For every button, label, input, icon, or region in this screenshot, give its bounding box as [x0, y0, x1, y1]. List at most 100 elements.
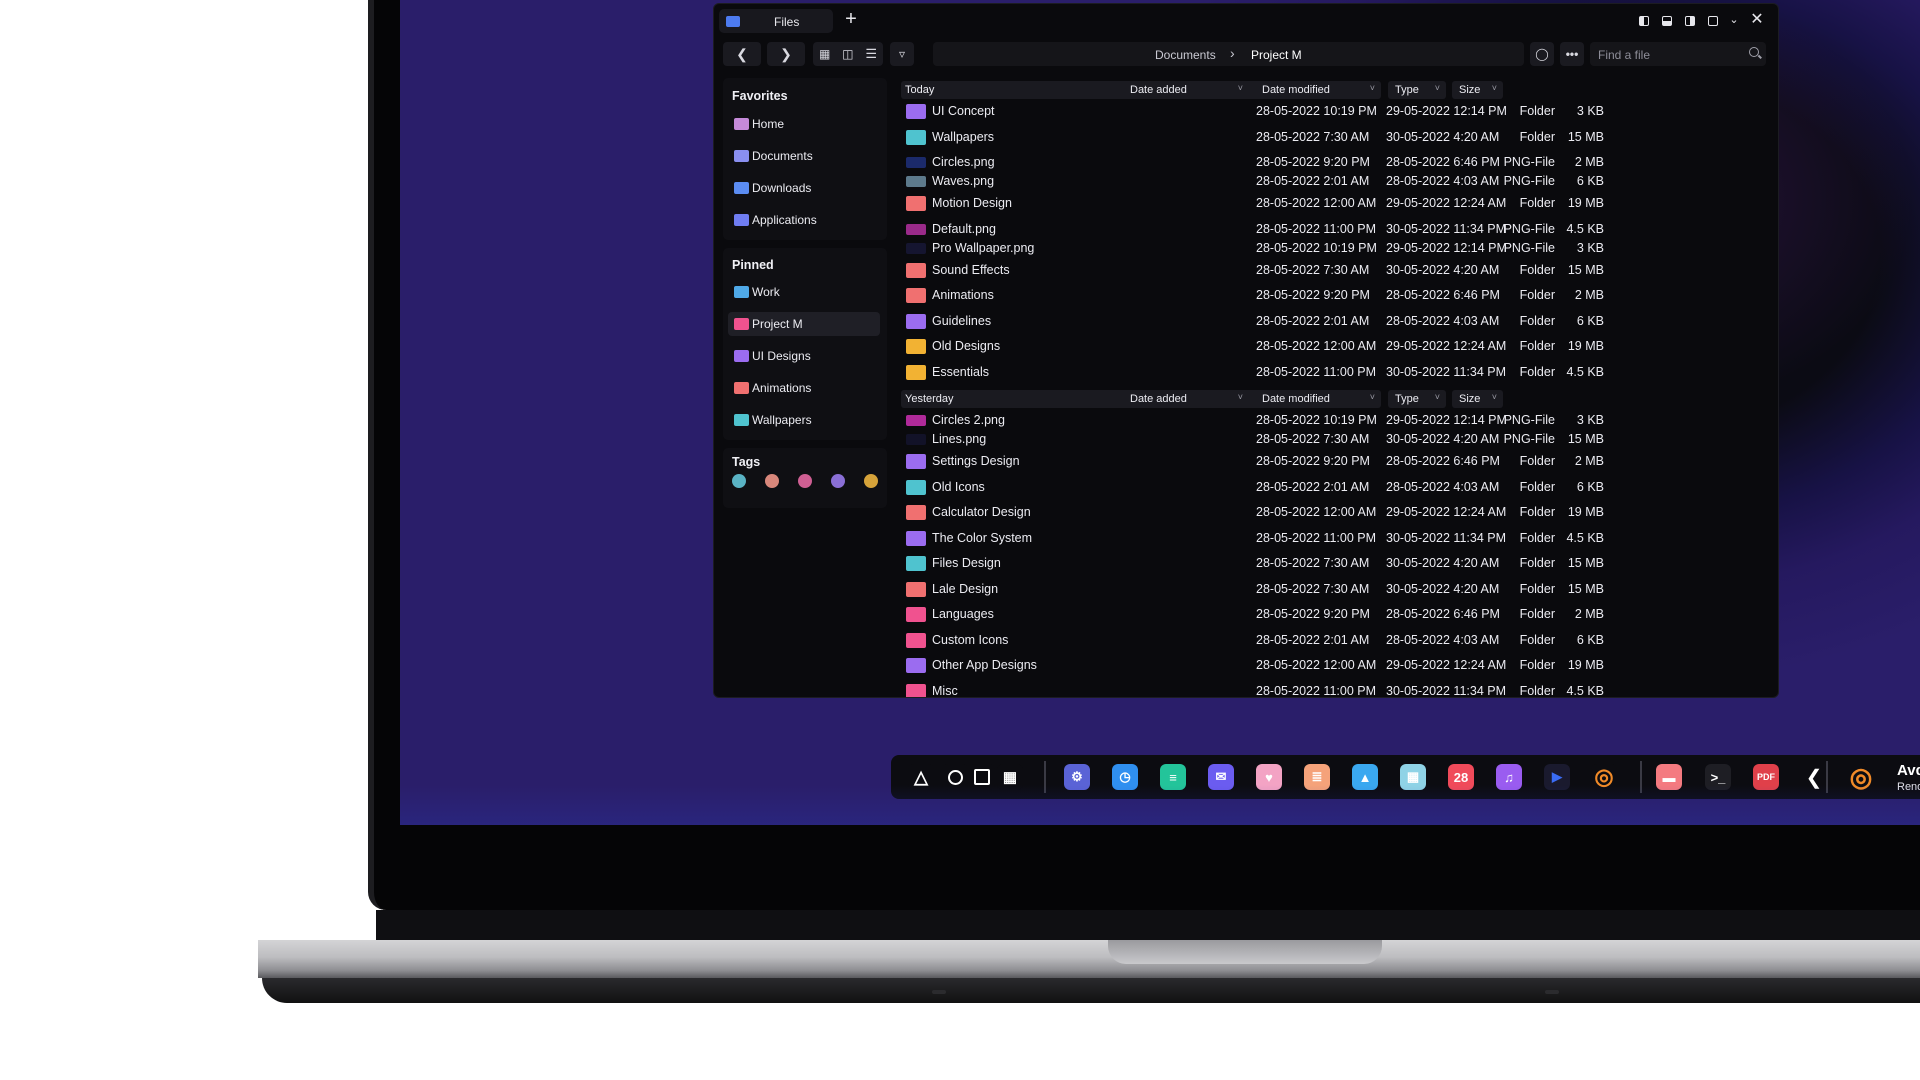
file-row[interactable]: Pro Wallpaper.png 28-05-2022 10:19 PM 29-0… — [901, 240, 1770, 258]
widgets-icon[interactable]: ▦ — [997, 764, 1023, 790]
blender-icon[interactable]: ◎ — [1591, 764, 1617, 790]
column-view-icon[interactable]: ◫ — [842, 47, 853, 61]
column-header-label: Date modified — [1262, 84, 1330, 96]
sidebar-item-applications[interactable]: Applications — [728, 208, 880, 232]
pdf-icon[interactable]: PDF — [1753, 764, 1779, 790]
file-row[interactable]: Custom Icons 28-05-2022 2:01 AM 28-05-2022… — [901, 632, 1770, 650]
file-row[interactable]: Old Icons 28-05-2022 2:01 AM 28-05-2022 4:… — [901, 479, 1770, 497]
tag-dot[interactable] — [765, 474, 779, 488]
video-icon[interactable]: ▶ — [1544, 764, 1570, 790]
breadcrumb-documents[interactable]: Documents — [1155, 48, 1216, 62]
file-date-added: 28-05-2022 12:00 AM — [1256, 505, 1377, 519]
sidebar-item-label: Applications — [752, 213, 817, 227]
new-tab-button[interactable]: + — [840, 7, 862, 31]
sidebar-item-wallpapers[interactable]: Wallpapers — [728, 408, 880, 432]
grid-view-icon[interactable]: ▦ — [819, 47, 830, 61]
file-row[interactable]: Lale Design 28-05-2022 7:30 AM 30-05-2022 … — [901, 581, 1770, 599]
calendar-icon[interactable]: 28 — [1448, 764, 1474, 790]
settings-icon[interactable]: ⚙ — [1064, 764, 1090, 790]
maximize-icon[interactable] — [1705, 12, 1721, 28]
file-row[interactable]: Default.png 28-05-2022 11:00 PM 30-05-2022… — [901, 221, 1770, 239]
sidebar-item-home[interactable]: Home — [728, 112, 880, 136]
list-view-icon[interactable]: ☰ — [865, 46, 877, 62]
file-row[interactable]: Guidelines 28-05-2022 2:01 AM 28-05-2022 4… — [901, 313, 1770, 331]
file-row[interactable]: Misc 28-05-2022 11:00 PM 30-05-2022 11:34 … — [901, 683, 1770, 697]
file-row[interactable]: Circles.png 28-05-2022 9:20 PM 28-05-2022 … — [901, 154, 1770, 172]
launcher-icon[interactable]: △ — [908, 764, 934, 790]
split-right-icon[interactable] — [1682, 12, 1698, 28]
tag-dot[interactable] — [831, 474, 845, 488]
file-row[interactable]: Wallpapers 28-05-2022 7:30 AM 30-05-2022 4… — [901, 129, 1770, 147]
file-row[interactable]: Waves.png 28-05-2022 2:01 AM 28-05-2022 4:… — [901, 173, 1770, 191]
file-date-added: 28-05-2022 2:01 AM — [1256, 632, 1370, 647]
file-row[interactable]: Files Design 28-05-2022 7:30 AM 30-05-2022… — [901, 555, 1770, 573]
column-header-date-added[interactable]: Date added ˅ — [1123, 81, 1249, 99]
folder-icon — [906, 313, 926, 329]
close-icon[interactable]: ✕ — [1749, 12, 1765, 28]
notes-icon[interactable]: ≣ — [1304, 764, 1330, 790]
column-header-type[interactable]: Type ˅ — [1388, 81, 1446, 99]
taskbar-separator — [1826, 761, 1828, 793]
sidebar-item-downloads[interactable]: Downloads — [728, 176, 880, 200]
file-row[interactable]: Other App Designs 28-05-2022 12:00 AM 29-0… — [901, 657, 1770, 675]
filter-button[interactable]: ▿ — [890, 42, 914, 66]
sidebar-item-documents[interactable]: Documents — [728, 144, 880, 168]
forward-button[interactable]: ❯ — [767, 42, 805, 66]
file-row[interactable]: Circles 2.png 28-05-2022 10:19 PM 29-05-20… — [901, 412, 1770, 430]
tag-dot[interactable] — [798, 474, 812, 488]
filter-icon: ▿ — [898, 47, 906, 61]
search-icon[interactable] — [942, 764, 968, 790]
column-header-size[interactable]: Size ˅ — [1452, 81, 1503, 99]
column-header-size[interactable]: Size ˅ — [1452, 390, 1503, 408]
file-size: 2 MB — [1574, 288, 1604, 302]
file-row[interactable]: UI Concept 28-05-2022 10:19 PM 29-05-2022 … — [901, 103, 1770, 121]
tag-dot[interactable] — [732, 474, 746, 488]
file-row[interactable]: Old Designs 28-05-2022 12:00 AM 29-05-2022… — [901, 338, 1770, 356]
messages-icon[interactable]: ≡ — [1160, 764, 1186, 790]
back-button[interactable]: ❮ — [723, 42, 761, 66]
search-input[interactable] — [1596, 45, 1740, 65]
sidebar-item-project-m[interactable]: Project M — [728, 312, 880, 336]
file-row[interactable]: Animations 28-05-2022 9:20 PM 28-05-2022 6… — [901, 287, 1770, 305]
split-left-icon[interactable] — [1636, 12, 1652, 28]
minimize-chevron-icon[interactable]: ⌄ — [1726, 12, 1742, 28]
column-header-date-added[interactable]: Date added ˅ — [1123, 390, 1249, 408]
blender-icon[interactable]: ◎ — [1843, 762, 1879, 792]
tag-dot[interactable] — [864, 474, 878, 488]
column-header-date-modified[interactable]: Date modified ˅ — [1255, 81, 1381, 99]
sidebar-item-animations[interactable]: Animations — [728, 376, 880, 400]
file-row[interactable]: Languages 28-05-2022 9:20 PM 28-05-2022 6:… — [901, 606, 1770, 624]
sidebar-item-work[interactable]: Work — [728, 280, 880, 304]
file-row[interactable]: Calculator Design 28-05-2022 12:00 AM 29-0… — [901, 504, 1770, 522]
files-icon[interactable]: ▬ — [1656, 764, 1682, 790]
file-row[interactable]: The Color System 28-05-2022 11:00 PM 30-05… — [901, 530, 1770, 548]
chevron-left-icon[interactable]: ❮ — [1801, 764, 1827, 790]
store-icon[interactable]: ♥ — [1256, 764, 1282, 790]
laptop-foot — [932, 990, 946, 994]
file-size: 4.5 KB — [1566, 364, 1604, 379]
music-icon[interactable]: ♫ — [1496, 764, 1522, 790]
file-size: 19 MB — [1567, 339, 1604, 353]
task-view-icon[interactable] — [969, 764, 995, 790]
tab-files[interactable]: Files — [719, 9, 833, 33]
file-row[interactable]: Sound Effects 28-05-2022 7:30 AM 30-05-202… — [901, 262, 1770, 280]
column-header-type[interactable]: Type ˅ — [1388, 390, 1446, 408]
tile-center-icon[interactable] — [1659, 12, 1675, 28]
file-row[interactable]: Essentials 28-05-2022 11:00 PM 30-05-2022 … — [901, 364, 1770, 382]
tag-button[interactable]: ◯ — [1530, 42, 1554, 66]
sidebar-item-ui-designs[interactable]: UI Designs — [728, 344, 880, 368]
render-task-title[interactable]: AvdanOS_wallpaper.blend — [1897, 762, 1920, 779]
calculator-icon[interactable]: ▦ — [1400, 764, 1426, 790]
breadcrumb-project-m[interactable]: Project M — [1251, 48, 1302, 62]
clock-icon[interactable]: ◷ — [1112, 764, 1138, 790]
column-header-date-modified[interactable]: Date modified ˅ — [1255, 390, 1381, 408]
more-button[interactable]: ••• — [1560, 42, 1584, 66]
photos-icon[interactable]: ▲ — [1352, 764, 1378, 790]
file-row[interactable]: Settings Design 28-05-2022 9:20 PM 28-05-2… — [901, 453, 1770, 471]
file-row[interactable]: Lines.png 28-05-2022 7:30 AM 30-05-2022 4:… — [901, 431, 1770, 449]
mail-icon[interactable]: ✉ — [1208, 764, 1234, 790]
folder-icon — [906, 262, 926, 278]
search-icon[interactable] — [1749, 47, 1759, 57]
file-row[interactable]: Motion Design 28-05-2022 12:00 AM 29-05-20… — [901, 195, 1770, 213]
terminal-icon[interactable]: >_ — [1705, 764, 1731, 790]
